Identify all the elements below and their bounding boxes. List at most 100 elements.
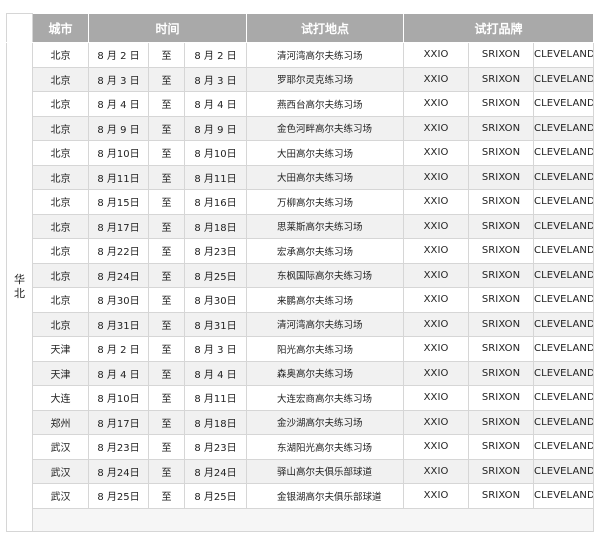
venue-cell: 大连宏商高尔夫练习场 [246,385,405,411]
start-date-cell: 8 月 4 日 [88,91,149,117]
brand-xxio-cell: XXIO [403,115,470,141]
table-row: 北京 8 月 9 日至8 月 9 日金色河畔高尔夫练习场 XXIO SRIXON CLE… [7,115,595,141]
table-row: 武汉 8 月24日至 8 月24日 驿山高尔夫俱乐部球道 XXIO SRIXON CLEVE… [7,458,595,484]
end-date-cell: 8 月25日 [183,483,248,509]
brand-srixon-cell: SRIXON [468,164,535,190]
start-date-cell: 8 月 4 日 [88,360,149,386]
table-row: 大连 8 月10日至 8 月11日 大连宏商高尔夫练习场 XXIO SRIXON CLEVE… [7,385,595,411]
end-date-cell: 8 月31日 [183,311,248,337]
table-row: 天津 8 月 4 日至8 月 4 日森奥高尔夫练习场 XXIO SRIXON CLEVE… [7,360,595,386]
end-date-cell: 8 月18日 [183,409,248,435]
brand-xxio-cell: XXIO [403,91,470,117]
table-row: 华北 北京 8 月 2 日至8 月 2 日清河湾高尔夫练习场 XXIO SRIXON CL… [6,42,595,532]
brand-cleveland-cell: CLEVELAND [533,483,595,509]
venue-cell: 宏承高尔夫练习场 [246,238,405,264]
to-cell: 至 [148,434,185,460]
to-cell: 至 [148,483,185,509]
brand-xxio-cell: XXIO [403,385,470,411]
brand-xxio-cell: XXIO [403,189,470,215]
brand-cleveland-cell: CLEVELAND [533,164,595,190]
venue-cell: 大田高尔夫练习场 [246,140,405,166]
end-date-cell: 8 月 4 日 [183,91,248,117]
end-date-cell: 8 月23日 [183,434,248,460]
brand-xxio-cell: XXIO [403,360,470,386]
time-header: 时间 [87,13,248,43]
brand-xxio-cell: XXIO [403,336,470,362]
start-date-cell: 8 月 2 日 [88,42,149,68]
start-date-cell: 8 月22日 [88,238,149,264]
brand-xxio-cell: XXIO [403,434,470,460]
to-cell: 至 [148,262,185,288]
to-cell: 至 [148,287,185,313]
venue-cell: 东枫国际高尔夫练习场 [246,262,405,288]
brands-header: 试打品牌 [403,13,595,43]
to-cell: 至 [148,385,185,411]
city-cell: 北京 [32,189,89,215]
to-cell: 至 [148,336,185,362]
end-date-cell: 8 月23日 [183,238,248,264]
brand-xxio-cell: XXIO [403,262,470,288]
brand-cleveland-cell: CLEVELAND [533,311,595,337]
venue-cell: 罗耶尔灵克练习场 [246,66,405,92]
brand-xxio-cell: XXIO [403,311,470,337]
region-cell: 华北 [6,42,33,532]
brand-cleveland-cell: CLEVELAND [533,140,595,166]
venue-cell: 来鹏高尔夫练习场 [246,287,405,313]
city-cell: 北京 [32,140,89,166]
city-cell: 北京 [32,164,89,190]
brand-cleveland-cell: CLEVELAND [533,409,595,435]
brand-cleveland-cell: CLEVELAND [533,336,595,362]
brand-cleveland-cell: CLEVELAND [533,42,595,68]
city-cell: 天津 [32,336,89,362]
start-date-cell: 8 月23日 [88,434,149,460]
page: 城市 时间 试打地点 试打品牌 华北 北京 8 月 2 日至8 月 2 日清河湾高尔… [0,0,600,551]
brand-xxio-cell: XXIO [403,238,470,264]
table-row: 北京 8 月30日至 8 月30日 来鹏高尔夫练习场 XXIO SRIXON CLEVELA… [7,287,595,313]
to-cell: 至 [148,458,185,484]
brand-srixon-cell: SRIXON [468,42,535,68]
to-cell: 至 [148,311,185,337]
city-cell: 大连 [32,385,89,411]
end-date-cell: 8 月 3 日 [183,336,248,362]
brand-srixon-cell: SRIXON [468,91,535,117]
end-date-cell: 8 月25日 [183,262,248,288]
end-date-cell: 8 月24日 [183,458,248,484]
table-row: 北京 8 月17日至 8 月18日 思莱斯高尔夫练习场 XXIO SRIXON CLEVEL… [7,213,595,239]
to-cell: 至 [148,115,185,141]
table-row: 北京 8 月31日至 8 月31日 清河湾高尔夫练习场 XXIO SRIXON CLEVEL… [7,311,595,337]
city-cell: 北京 [32,262,89,288]
venue-cell: 清河湾高尔夫练习场 [246,42,405,68]
brand-srixon-cell: SRIXON [468,483,535,509]
region-header-cell [6,13,33,43]
table-row: 北京 8 月 4 日至8 月 4 日燕西台高尔夫练习场 XXIO SRIXON CLEV… [7,91,595,117]
brand-xxio-cell: XXIO [403,66,470,92]
brand-cleveland-cell: CLEVELAND [533,385,595,411]
start-date-cell: 8 月15日 [88,189,149,215]
venue-header: 试打地点 [246,13,405,43]
to-cell: 至 [148,409,185,435]
venue-cell: 驿山高尔夫俱乐部球道 [246,458,405,484]
table-row: 天津 8 月 2 日至8 月 3 日阳光高尔夫练习场 XXIO SRIXON CLEVE… [7,336,595,362]
city-cell: 北京 [32,287,89,313]
end-date-cell: 8 月 4 日 [183,360,248,386]
brand-xxio-cell: XXIO [403,42,470,68]
table-row: 北京 8 月24日至 8 月25日 东枫国际高尔夫练习场 XXIO SRIXON CLEVE… [7,262,595,288]
brand-cleveland-cell: CLEVELAND [533,66,595,92]
start-date-cell: 8 月24日 [88,262,149,288]
city-cell: 北京 [32,66,89,92]
start-date-cell: 8 月17日 [88,213,149,239]
table-row: 北京 8 月22日至 8 月23日 宏承高尔夫练习场 XXIO SRIXON CLEVELA… [7,238,595,264]
venue-cell: 思莱斯高尔夫练习场 [246,213,405,239]
end-date-cell: 8 月 9 日 [183,115,248,141]
brand-srixon-cell: SRIXON [468,385,535,411]
table-body: 华北 北京 8 月 2 日至8 月 2 日清河湾高尔夫练习场 XXIO SRIXON CL… [6,42,595,532]
schedule-table: 城市 时间 试打地点 试打品牌 华北 北京 8 月 2 日至8 月 2 日清河湾高尔… [6,13,595,532]
brand-srixon-cell: SRIXON [468,311,535,337]
venue-cell: 金色河畔高尔夫练习场 [246,115,405,141]
brand-srixon-cell: SRIXON [468,238,535,264]
start-date-cell: 8 月30日 [88,287,149,313]
city-header: 城市 [32,13,89,43]
city-cell: 武汉 [32,434,89,460]
start-date-cell: 8 月 3 日 [88,66,149,92]
to-cell: 至 [148,238,185,264]
